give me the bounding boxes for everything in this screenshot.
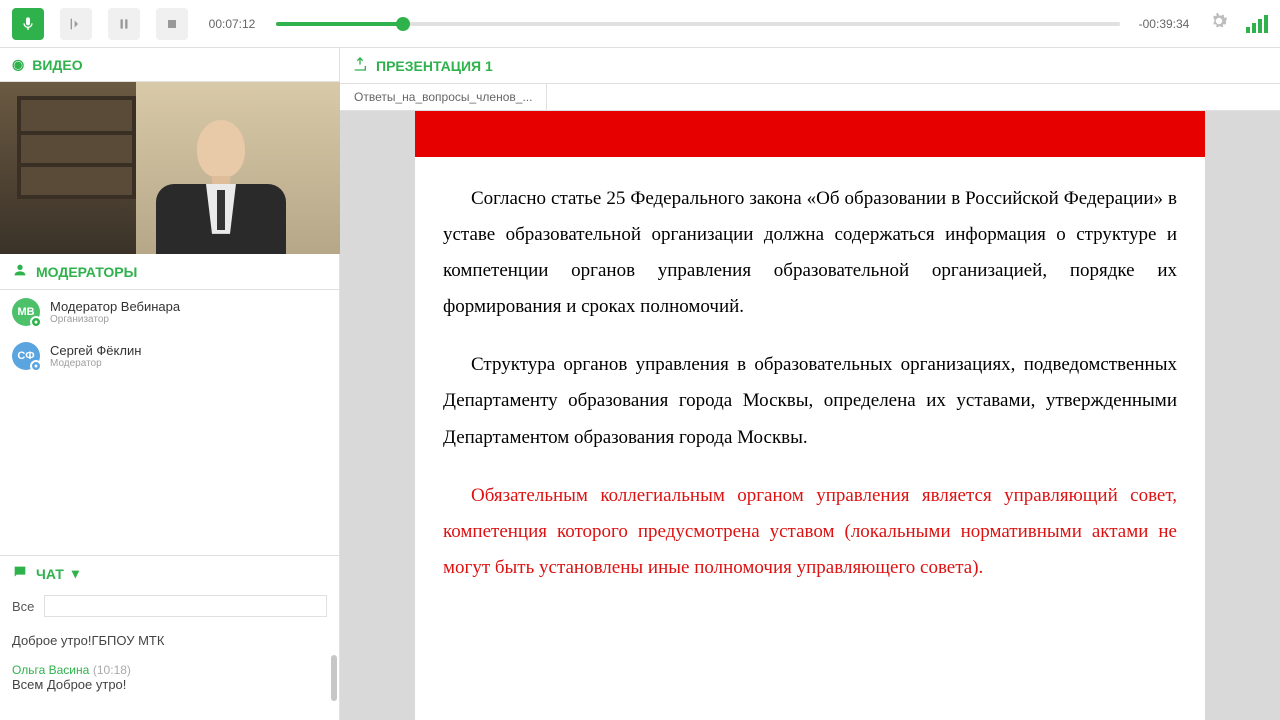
chat-title: ЧАТ [36, 566, 64, 582]
avatar: МВ ● [12, 298, 40, 326]
chat-user: Ольга Васина [12, 663, 89, 677]
pause-button[interactable] [108, 8, 140, 40]
target-icon: ◉ [12, 56, 24, 73]
chat-message-text: Доброе утро!ГБПОУ МТК [12, 633, 327, 648]
left-sidebar: ◉ ВИДЕО МОДЕРАТОРЫ [0, 48, 340, 720]
moderator-item[interactable]: МВ ● Модератор Вебинара Организатор [0, 290, 339, 334]
chat-message: Ольга Васина (10:18) Всем Доброе утро! [12, 662, 327, 692]
moderator-item[interactable]: СФ ● Сергей Фёклин Модератор [0, 334, 339, 378]
moderator-role: Модератор [50, 358, 141, 369]
presentation-tabs: Ответы_на_вопросы_членов_... [340, 84, 1280, 111]
organizer-badge-icon: ● [30, 316, 42, 328]
moderators-title: МОДЕРАТОРЫ [36, 264, 137, 280]
mic-button[interactable] [12, 8, 44, 40]
stop-button[interactable] [156, 8, 188, 40]
chat-time: (10:18) [93, 663, 131, 677]
moderators-header: МОДЕРАТОРЫ [0, 254, 339, 290]
chat-scrollbar[interactable] [331, 655, 337, 701]
chat-icon [12, 564, 28, 583]
presentation-header: ПРЕЗЕНТАЦИЯ 1 [340, 48, 1280, 84]
video-feed[interactable] [0, 82, 340, 254]
progress-bar[interactable] [276, 22, 1120, 26]
gear-icon[interactable] [1208, 10, 1230, 38]
avatar: СФ ● [12, 342, 40, 370]
slide-area[interactable]: Согласно статье 25 Федерального закона «… [340, 111, 1280, 720]
slide-redbar [415, 111, 1205, 157]
upload-icon [352, 56, 368, 75]
slide-paragraph: Структура органов управления в образоват… [443, 347, 1177, 455]
progress-thumb[interactable] [396, 17, 410, 31]
chat-header[interactable]: ЧАТ ▾ [0, 556, 339, 591]
slide-paragraph-highlight: Обязательным коллегиальным органом управ… [443, 478, 1177, 586]
chat-message-text: Всем Доброе утро! [12, 677, 327, 692]
video-title: ВИДЕО [32, 57, 82, 73]
signal-icon [1246, 15, 1268, 33]
moderator-name: Модератор Вебинара [50, 299, 180, 314]
video-panel-header: ◉ ВИДЕО [0, 48, 339, 82]
topbar: 00:07:12 -00:39:34 [0, 0, 1280, 48]
presentation-title: ПРЕЗЕНТАЦИЯ 1 [376, 58, 493, 74]
person-icon [12, 262, 28, 281]
chat-filter-label[interactable]: Все [12, 599, 34, 614]
moderator-badge-icon: ● [30, 360, 42, 372]
presentation-tab[interactable]: Ответы_на_вопросы_членов_... [340, 84, 547, 110]
presentation-panel: ПРЕЗЕНТАЦИЯ 1 Ответы_на_вопросы_членов_.… [340, 48, 1280, 720]
chevron-down-icon: ▾ [72, 565, 79, 582]
exit-button[interactable] [60, 8, 92, 40]
moderator-name: Сергей Фёклин [50, 343, 141, 358]
slide-paragraph: Согласно статье 25 Федерального закона «… [443, 181, 1177, 325]
elapsed-time: 00:07:12 [204, 17, 260, 31]
remaining-time: -00:39:34 [1136, 17, 1192, 31]
slide: Согласно статье 25 Федерального закона «… [415, 111, 1205, 720]
chat-panel: ЧАТ ▾ Все Доброе утро!ГБПОУ МТК Ольга Ва… [0, 555, 339, 720]
chat-search-input[interactable] [44, 595, 327, 617]
moderator-role: Организатор [50, 314, 180, 325]
chat-message: Доброе утро!ГБПОУ МТК [12, 633, 327, 648]
